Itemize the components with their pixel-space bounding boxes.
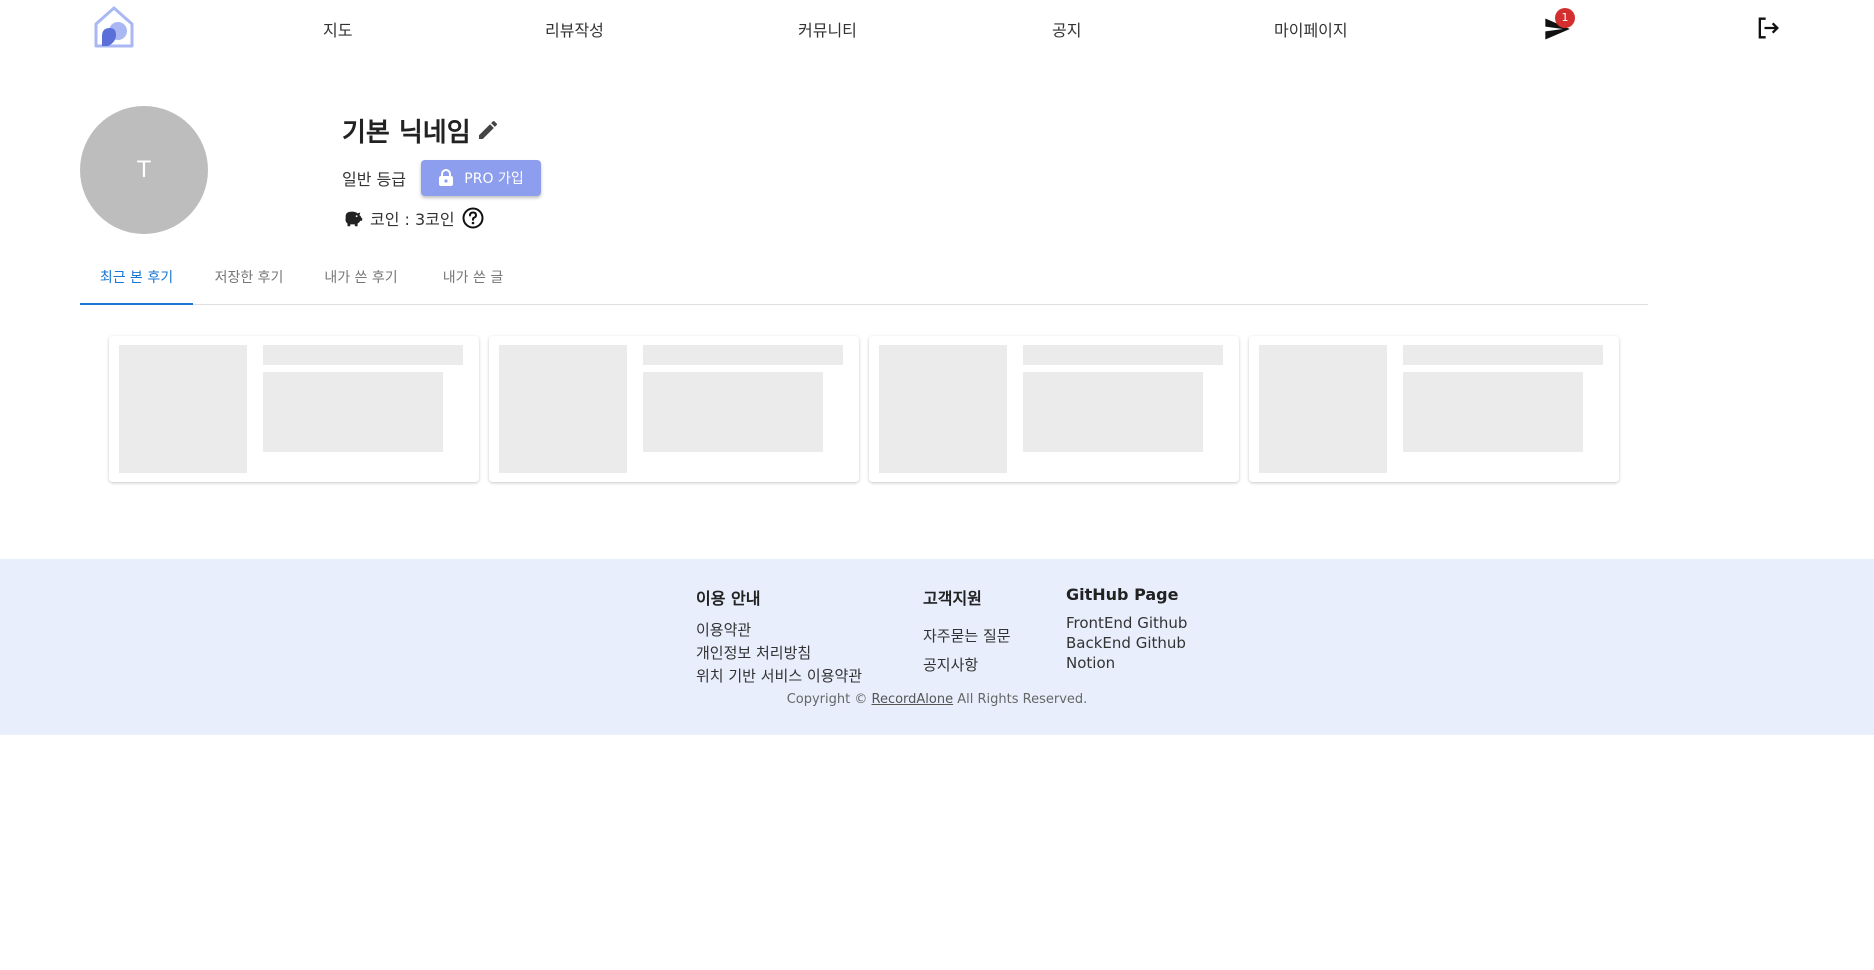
skeleton-title bbox=[1023, 345, 1223, 365]
pro-join-label: PRO 가입 bbox=[464, 171, 524, 187]
footer-guide-title: 이용 안내 bbox=[696, 589, 761, 608]
nav-notice[interactable]: 공지 bbox=[1052, 17, 1081, 41]
avatar-letter: T bbox=[137, 157, 151, 183]
grade-label: 일반 등급 bbox=[342, 170, 406, 189]
tab-my-reviews[interactable]: 내가 쓴 후기 bbox=[305, 262, 417, 305]
footer-notion-link[interactable]: Notion bbox=[1066, 654, 1187, 672]
copyright: Copyright © RecordAlone All Rights Reser… bbox=[0, 692, 1874, 707]
review-card-skeleton bbox=[1249, 336, 1619, 482]
tab-my-posts[interactable]: 내가 쓴 글 bbox=[417, 262, 529, 305]
pro-join-button[interactable]: PRO 가입 bbox=[421, 160, 541, 196]
footer-terms-link[interactable]: 이용약관 bbox=[696, 619, 862, 640]
footer-notice-link[interactable]: 공지사항 bbox=[923, 654, 1011, 675]
skeleton-image bbox=[1259, 345, 1387, 473]
skeleton-title bbox=[1403, 345, 1603, 365]
skeleton-body bbox=[1403, 372, 1583, 452]
message-badge: 1 bbox=[1555, 8, 1575, 28]
coin-label: 코인 : 3코인 bbox=[370, 210, 455, 229]
skeleton-image bbox=[499, 345, 627, 473]
nav-community[interactable]: 커뮤니티 bbox=[798, 17, 857, 41]
nav-mypage[interactable]: 마이페이지 bbox=[1274, 17, 1348, 41]
footer-faq-link[interactable]: 자주묻는 질문 bbox=[923, 625, 1011, 646]
footer-backend-github-link[interactable]: BackEnd Github bbox=[1066, 634, 1187, 652]
nickname: 기본 닉네임 bbox=[342, 118, 471, 148]
footer-support-column: 고객지원 자주묻는 질문 공지사항 bbox=[923, 585, 1011, 675]
footer-guide-column: 이용 안내 이용약관 개인정보 처리방침 위치 기반 서비스 이용약관 bbox=[696, 585, 862, 686]
nav-map[interactable]: 지도 bbox=[323, 17, 352, 41]
review-card-skeleton bbox=[489, 336, 859, 482]
skeleton-body bbox=[1023, 372, 1203, 452]
nav-write-review[interactable]: 리뷰작성 bbox=[545, 17, 604, 41]
footer-support-title: 고객지원 bbox=[923, 589, 982, 608]
footer-github-title: GitHub Page bbox=[1066, 585, 1179, 604]
skeleton-title bbox=[263, 345, 463, 365]
review-card-skeleton bbox=[109, 336, 479, 482]
review-card-skeleton bbox=[869, 336, 1239, 482]
help-circle-icon[interactable] bbox=[461, 206, 485, 230]
footer-frontend-github-link[interactable]: FrontEnd Github bbox=[1066, 614, 1187, 632]
skeleton-image bbox=[119, 345, 247, 473]
copyright-brand-link[interactable]: RecordAlone bbox=[872, 692, 954, 707]
piggy-bank-icon bbox=[345, 211, 363, 227]
coin-row: 코인 : 3코인 bbox=[342, 205, 485, 231]
footer: 이용 안내 이용약관 개인정보 처리방침 위치 기반 서비스 이용약관 고객지원… bbox=[0, 559, 1874, 735]
footer-privacy-link[interactable]: 개인정보 처리방침 bbox=[696, 642, 862, 663]
skeleton-title bbox=[643, 345, 843, 365]
lock-icon bbox=[439, 169, 454, 186]
top-navigation: 지도 리뷰작성 커뮤니티 공지 마이페이지 1 bbox=[0, 0, 1874, 60]
pencil-icon[interactable] bbox=[476, 118, 500, 142]
skeleton-body bbox=[643, 372, 823, 452]
footer-github-column: GitHub Page FrontEnd Github BackEnd Gith… bbox=[1066, 585, 1187, 672]
skeleton-image bbox=[879, 345, 1007, 473]
logout-icon[interactable] bbox=[1754, 14, 1782, 42]
home-logo-icon[interactable] bbox=[92, 4, 136, 48]
tab-saved-reviews[interactable]: 저장한 후기 bbox=[193, 262, 305, 305]
tab-recent-reviews[interactable]: 최근 본 후기 bbox=[80, 262, 193, 305]
copyright-prefix: Copyright © bbox=[786, 692, 868, 707]
skeleton-body bbox=[263, 372, 443, 452]
footer-location-terms-link[interactable]: 위치 기반 서비스 이용약관 bbox=[696, 665, 862, 686]
avatar: T bbox=[80, 106, 208, 234]
copyright-suffix: All Rights Reserved. bbox=[957, 692, 1088, 707]
mypage-tabs: 최근 본 후기 저장한 후기 내가 쓴 후기 내가 쓴 글 bbox=[80, 262, 1648, 305]
